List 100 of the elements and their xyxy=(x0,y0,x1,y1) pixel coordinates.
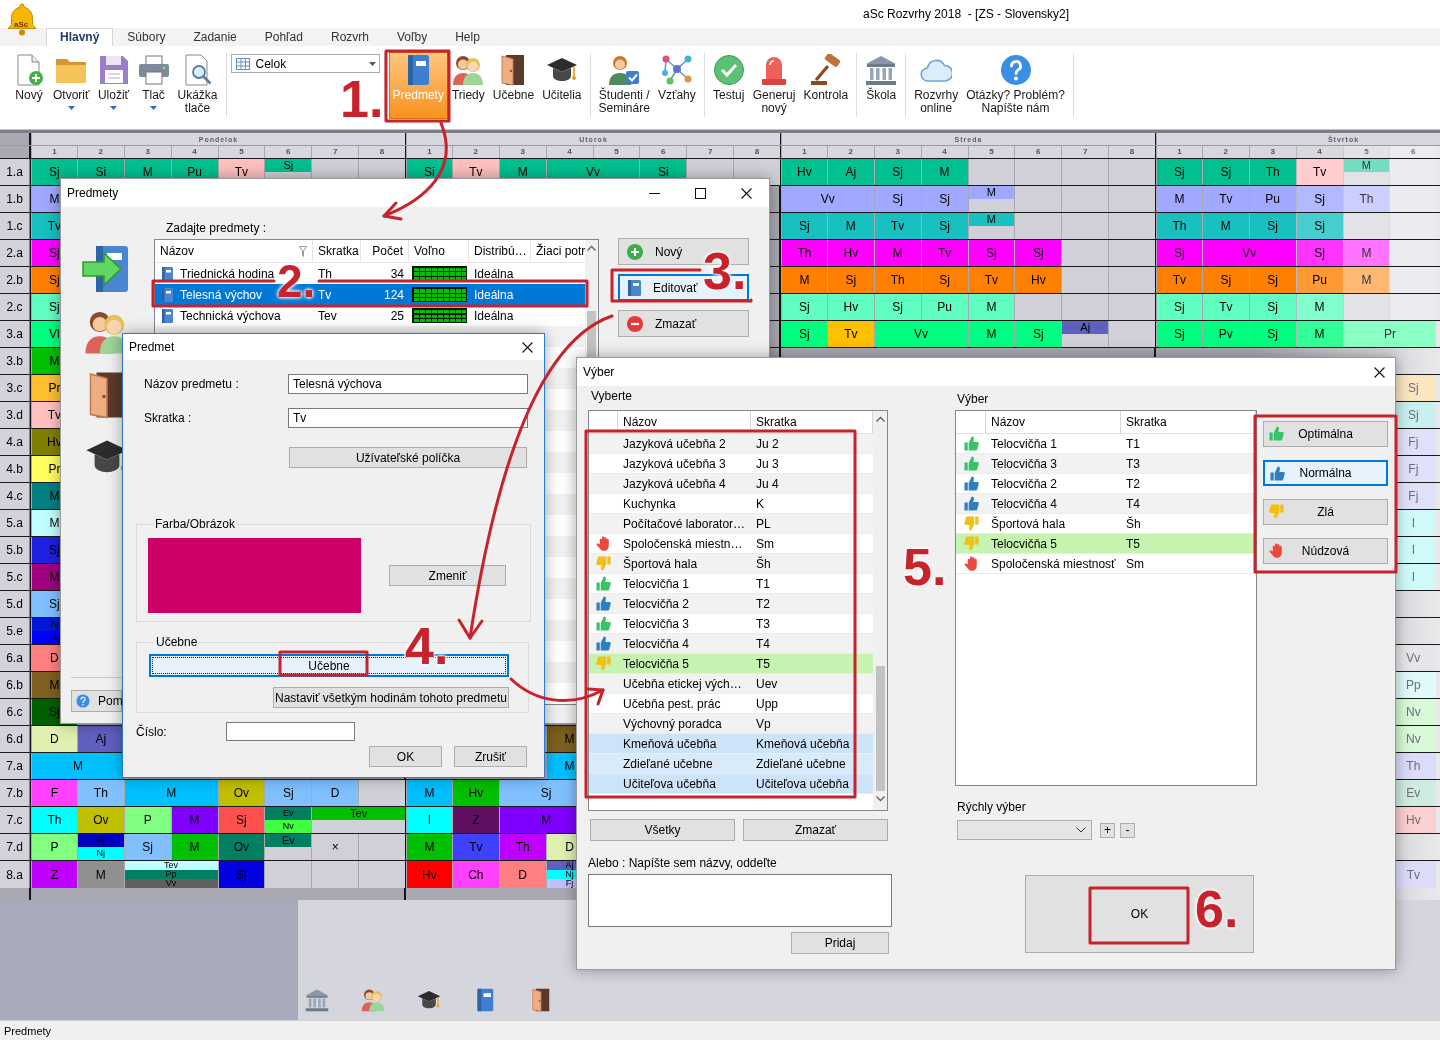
list-row[interactable]: Výchovný poradca Vp xyxy=(589,714,873,734)
list-row[interactable]: Počítačové laborator… PL xyxy=(589,514,873,534)
people-icon[interactable] xyxy=(361,988,385,1012)
dialog-button[interactable]: Všetky xyxy=(590,819,735,841)
list-row[interactable]: Telocvičňa 5 T5 xyxy=(589,654,873,674)
toolbar-button[interactable]: Tlač xyxy=(133,52,174,119)
dialog-button[interactable]: Zrušiť xyxy=(454,746,527,767)
period-number: 5 xyxy=(218,146,265,158)
table-cell[interactable]: Technická výchova xyxy=(180,308,281,323)
toolbar-button[interactable]: Testuj xyxy=(708,52,749,119)
list-row[interactable]: Zdieľané učebne Zdieľané učebne xyxy=(589,754,873,774)
lesson-cell: F xyxy=(32,780,77,806)
column-header[interactable]: Skratka xyxy=(313,240,361,262)
change-color-button[interactable]: Zmeniť xyxy=(389,565,506,586)
lesson-cell: Tev xyxy=(124,861,218,870)
list-row[interactable]: Jazyková učebňa 4 Ju 4 xyxy=(589,474,873,494)
toolbar-button[interactable]: Triedy xyxy=(447,52,489,119)
toolbar-button[interactable]: Učebne xyxy=(488,52,539,119)
table-cell[interactable]: Triednická hodina xyxy=(180,266,275,281)
color-swatch[interactable] xyxy=(148,538,361,613)
help-button[interactable]: Pom xyxy=(71,690,122,712)
rating-button[interactable]: Normálna xyxy=(1263,460,1388,486)
toolbar-button[interactable]: Ukážka tlače xyxy=(173,52,222,119)
bank-building-icon[interactable] xyxy=(305,988,329,1012)
list-row[interactable]: Telocvičňa 1 T1 xyxy=(589,574,873,594)
list-row[interactable]: Telocvičňa 4 T4 xyxy=(956,494,1256,514)
lesson-cell: Tv xyxy=(827,321,874,347)
rating-button[interactable]: Núdzová xyxy=(1263,538,1388,564)
column-header[interactable]: Distribú… xyxy=(469,240,531,262)
toolbar-button[interactable]: Škola xyxy=(861,52,902,119)
scroll-up-icon[interactable] xyxy=(587,245,596,251)
input-field[interactable] xyxy=(226,722,355,741)
scrollbar-thumb[interactable] xyxy=(875,666,885,791)
lesson-cell: Aj xyxy=(1062,321,1109,347)
toolbar-button[interactable]: Učitelia xyxy=(538,52,586,119)
toolbar-button[interactable]: Uložiť xyxy=(93,52,134,119)
column-header[interactable]: Názov xyxy=(618,411,751,433)
scroll-up-icon[interactable] xyxy=(875,416,885,422)
list-row[interactable]: Spoločenská miestnosť Sm xyxy=(956,554,1256,574)
scroll-down-icon[interactable] xyxy=(875,796,885,802)
field-label: Názov predmetu : xyxy=(144,377,239,391)
names-input[interactable] xyxy=(588,874,892,927)
custom-fields-button[interactable]: Užívateľské políčka xyxy=(289,447,527,468)
ribbon-tab[interactable]: Pohľad xyxy=(250,28,317,46)
list-row[interactable]: Jazyková učebňa 2 Ju 2 xyxy=(589,434,873,454)
toolbar-button[interactable]: Vzťahy xyxy=(653,52,700,119)
help-icon xyxy=(999,54,1032,86)
list-row[interactable]: Športová hala Šh xyxy=(589,554,873,574)
ribbon-tab[interactable]: Voľby xyxy=(383,28,442,46)
remove-button[interactable]: - xyxy=(1120,822,1135,838)
input-field[interactable]: Telesná výchova xyxy=(288,374,528,394)
ribbon-tab[interactable]: Zadanie xyxy=(179,28,251,46)
list-row[interactable]: Učiteľova učebňa Učiteľova učebňa xyxy=(589,774,873,794)
list-row[interactable]: Telocvičňa 2 T2 xyxy=(589,594,873,614)
toolbar-button[interactable]: Generuj nový xyxy=(748,52,800,119)
toolbar-button[interactable]: Nový xyxy=(9,52,49,119)
view-combo[interactable]: Celok xyxy=(230,54,380,73)
ribbon-tab[interactable]: Hlavný xyxy=(46,28,114,46)
list-row[interactable]: Učebňa etickej vých… Uev xyxy=(589,674,873,694)
list-row[interactable]: Telocvičňa 2 T2 xyxy=(956,474,1256,494)
list-cell-text: Kmeňová učebňa xyxy=(622,735,718,753)
rating-button[interactable]: Zlá xyxy=(1263,499,1388,525)
list-row[interactable]: Telocvičňa 5 T5 xyxy=(956,534,1256,554)
toolbar-button[interactable]: Otázky? Problém? Napíšte nám xyxy=(962,52,1069,119)
lesson-cell: Sj xyxy=(265,780,312,806)
column-header[interactable]: Počet xyxy=(361,240,409,262)
list-row[interactable]: Telocvičňa 1 T1 xyxy=(956,434,1256,454)
column-header[interactable]: Názov xyxy=(986,411,1121,433)
dialog-button[interactable]: Zmazať xyxy=(743,819,888,841)
list-row[interactable]: Telocvičňa 3 T3 xyxy=(589,614,873,634)
column-header[interactable]: Voľno xyxy=(409,240,469,262)
input-field[interactable]: Tv xyxy=(288,408,528,428)
lesson-cell: Th xyxy=(32,807,77,833)
ribbon-tab[interactable]: Súbory xyxy=(113,28,180,46)
toolbar-button[interactable]: Otvoriť xyxy=(49,52,94,119)
lesson-cell: Tv xyxy=(452,834,499,860)
dialog-button[interactable]: Zmazať xyxy=(618,310,749,337)
toolbar-button[interactable]: Rozvrhy online xyxy=(910,52,963,119)
list-cell-text: Telocvičňa 1 xyxy=(622,575,691,593)
list-row[interactable]: Telocvičňa 4 T4 xyxy=(589,634,873,654)
rating-button[interactable]: Optimálna xyxy=(1263,421,1388,447)
table-cell[interactable]: Telesná výchov xyxy=(180,287,263,302)
list-row[interactable]: Telocvičňa 3 T3 xyxy=(956,454,1256,474)
toolbar-button[interactable]: Kontrola xyxy=(799,52,853,119)
period-number: 8 xyxy=(734,146,780,158)
column-header[interactable]: Skratka xyxy=(1121,411,1256,433)
add-button[interactable]: Pridaj xyxy=(791,932,889,954)
list-row[interactable]: Spoločenská miestn… Sm xyxy=(589,534,873,554)
column-header[interactable]: Názov xyxy=(155,240,313,262)
dialog-button[interactable]: OK xyxy=(369,746,442,767)
list-row[interactable]: Športová hala Šh xyxy=(956,514,1256,534)
class-label: 4.a xyxy=(0,429,30,455)
ribbon-tab[interactable]: Help xyxy=(441,28,494,46)
lesson-cell: Sj xyxy=(921,267,968,293)
list-row[interactable]: Kmeňová učebňa Kmeňová učebňa xyxy=(589,734,873,754)
add-button[interactable]: + xyxy=(1100,822,1115,838)
apply-rooms-button[interactable]: Nastaviť všetkým hodinám tohoto predmetu xyxy=(273,687,509,708)
filter-icon[interactable] xyxy=(299,245,307,257)
toolbar-button[interactable]: Študenti / Semináre xyxy=(594,52,654,119)
ribbon-tab[interactable]: Rozvrh xyxy=(316,28,383,46)
